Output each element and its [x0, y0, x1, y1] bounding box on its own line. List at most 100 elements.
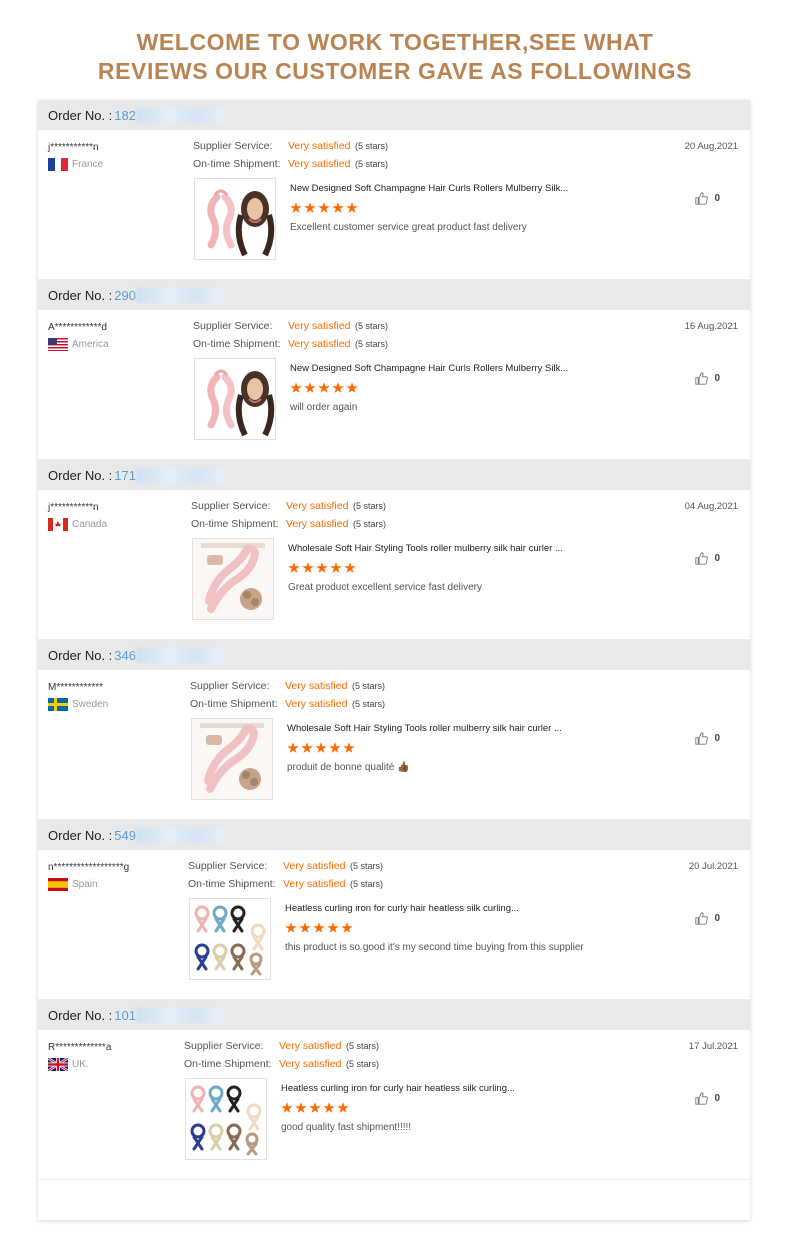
ontime-shipment-rating: Very satisfied — [286, 518, 349, 530]
supplier-service-stars: (5 stars) — [353, 501, 387, 511]
like-count: 0 — [714, 913, 720, 924]
supplier-service-rating: Very satisfied — [288, 140, 351, 152]
order-bar: Order No. :549 — [38, 820, 750, 850]
order-number-redacted — [136, 467, 224, 483]
order-number-link[interactable]: 171 — [114, 468, 136, 483]
star-icon — [330, 562, 342, 573]
review-date: 16 Aug.2021 — [684, 321, 738, 332]
country-name: America — [72, 339, 109, 350]
star-icon — [337, 1102, 349, 1113]
star-icon — [329, 742, 341, 753]
supplier-service-stars: (5 stars) — [355, 321, 389, 331]
supplier-service-rating: Very satisfied — [286, 500, 349, 512]
product-thumbnail[interactable] — [185, 1078, 267, 1160]
product-thumbnail[interactable] — [191, 718, 273, 800]
ontime-shipment-label: On-time Shipment: — [188, 878, 276, 890]
star-icon — [315, 742, 327, 753]
rating-stars — [288, 562, 356, 574]
buyer-name: A************d — [48, 322, 107, 333]
supplier-service-label: Supplier Service: — [188, 860, 268, 872]
product-title-link[interactable]: Wholesale Soft Hair Styling Tools roller… — [287, 723, 562, 734]
review-comment: this product is so good it's my second t… — [285, 942, 584, 953]
product-thumbnail[interactable] — [189, 898, 271, 980]
ontime-shipment-stars: (5 stars) — [352, 699, 386, 709]
star-icon — [290, 382, 302, 393]
product-title-link[interactable]: Wholesale Soft Hair Styling Tools roller… — [288, 543, 563, 554]
like-button[interactable]: 0 — [695, 732, 720, 745]
country-name: UK. — [72, 1059, 89, 1070]
like-button[interactable]: 0 — [695, 912, 720, 925]
order-number-link[interactable]: 101 — [114, 1008, 136, 1023]
star-icon — [346, 382, 358, 393]
rating-stars — [287, 742, 355, 754]
review-date: 20 Aug.2021 — [684, 141, 738, 152]
review-card: Order No. :549 n******************g Spain S… — [38, 820, 750, 1000]
ontime-shipment-label: On-time Shipment: — [193, 338, 281, 350]
buyer-name: j***********n — [48, 142, 99, 153]
supplier-service-label: Supplier Service: — [184, 1040, 264, 1052]
product-thumbnail[interactable] — [194, 178, 276, 260]
buyer-country: Spain — [48, 878, 98, 891]
flag-sweden-icon — [48, 698, 68, 711]
supplier-service-rating: Very satisfied — [283, 860, 346, 872]
ontime-shipment-stars: (5 stars) — [346, 1059, 380, 1069]
star-icon — [302, 562, 314, 573]
like-button[interactable]: 0 — [695, 192, 720, 205]
order-number-link[interactable]: 290 — [114, 288, 136, 303]
star-icon — [304, 382, 316, 393]
star-icon — [304, 202, 316, 213]
supplier-service-rating: Very satisfied — [285, 680, 348, 692]
review-comment: Great product excellent service fast del… — [288, 582, 482, 593]
supplier-service-rating: Very satisfied — [288, 320, 351, 332]
buyer-name: R*************a — [48, 1042, 112, 1053]
order-label: Order No. : — [48, 287, 113, 303]
like-count: 0 — [714, 373, 720, 384]
product-title-link[interactable]: New Designed Soft Champagne Hair Curls R… — [290, 363, 568, 374]
country-name: Sweden — [72, 699, 109, 710]
star-icon — [301, 742, 313, 753]
supplier-service-label: Supplier Service: — [191, 500, 271, 512]
buyer-country: Canada — [48, 518, 107, 531]
product-thumbnail[interactable] — [194, 358, 276, 440]
like-count: 0 — [714, 1093, 720, 1104]
star-icon — [318, 202, 330, 213]
buyer-country: America — [48, 338, 109, 351]
flag-spain-icon — [48, 878, 68, 891]
page-headline: WELCOME TO WORK TOGETHER,SEE WHAT REVIEW… — [0, 28, 790, 86]
thumbs-up-icon — [695, 192, 709, 205]
supplier-service-label: Supplier Service: — [193, 320, 273, 332]
buyer-name: j***********n — [48, 502, 99, 513]
supplier-service-stars: (5 stars) — [350, 861, 384, 871]
country-name: Spain — [72, 879, 98, 890]
star-icon — [290, 202, 302, 213]
supplier-service-rating: Very satisfied — [279, 1040, 342, 1052]
product-thumbnail[interactable] — [192, 538, 274, 620]
review-card: Order No. :182 j***********n France Supplie… — [38, 100, 750, 280]
rating-stars — [281, 1102, 349, 1114]
star-icon — [295, 1102, 307, 1113]
order-number-link[interactable]: 346 — [114, 648, 136, 663]
like-button[interactable]: 0 — [695, 1092, 720, 1105]
star-icon — [318, 382, 330, 393]
order-bar: Order No. :346 — [38, 640, 750, 670]
product-title-link[interactable]: Heatless curling iron for curly hair hea… — [285, 903, 519, 914]
star-icon — [313, 922, 325, 933]
like-button[interactable]: 0 — [695, 372, 720, 385]
ontime-shipment-stars: (5 stars) — [353, 519, 387, 529]
like-count: 0 — [714, 733, 720, 744]
ontime-shipment-stars: (5 stars) — [350, 879, 384, 889]
star-icon — [343, 742, 355, 753]
flag-usa-icon — [48, 338, 68, 351]
product-title-link[interactable]: New Designed Soft Champagne Hair Curls R… — [290, 183, 568, 194]
order-number-link[interactable]: 549 — [114, 828, 136, 843]
like-button[interactable]: 0 — [695, 552, 720, 565]
order-number-redacted — [136, 1007, 224, 1023]
order-number-link[interactable]: 182 — [114, 108, 136, 123]
ontime-shipment-label: On-time Shipment: — [184, 1058, 272, 1070]
order-bar: Order No. :182 — [38, 100, 750, 130]
product-title-link[interactable]: Heatless curling iron for curly hair hea… — [281, 1083, 515, 1094]
review-date: 17 Jul.2021 — [688, 1041, 738, 1052]
review-comment: Excellent customer service great product… — [290, 222, 527, 233]
review-date: 20 Jul.2021 — [688, 861, 738, 872]
star-icon — [332, 382, 344, 393]
